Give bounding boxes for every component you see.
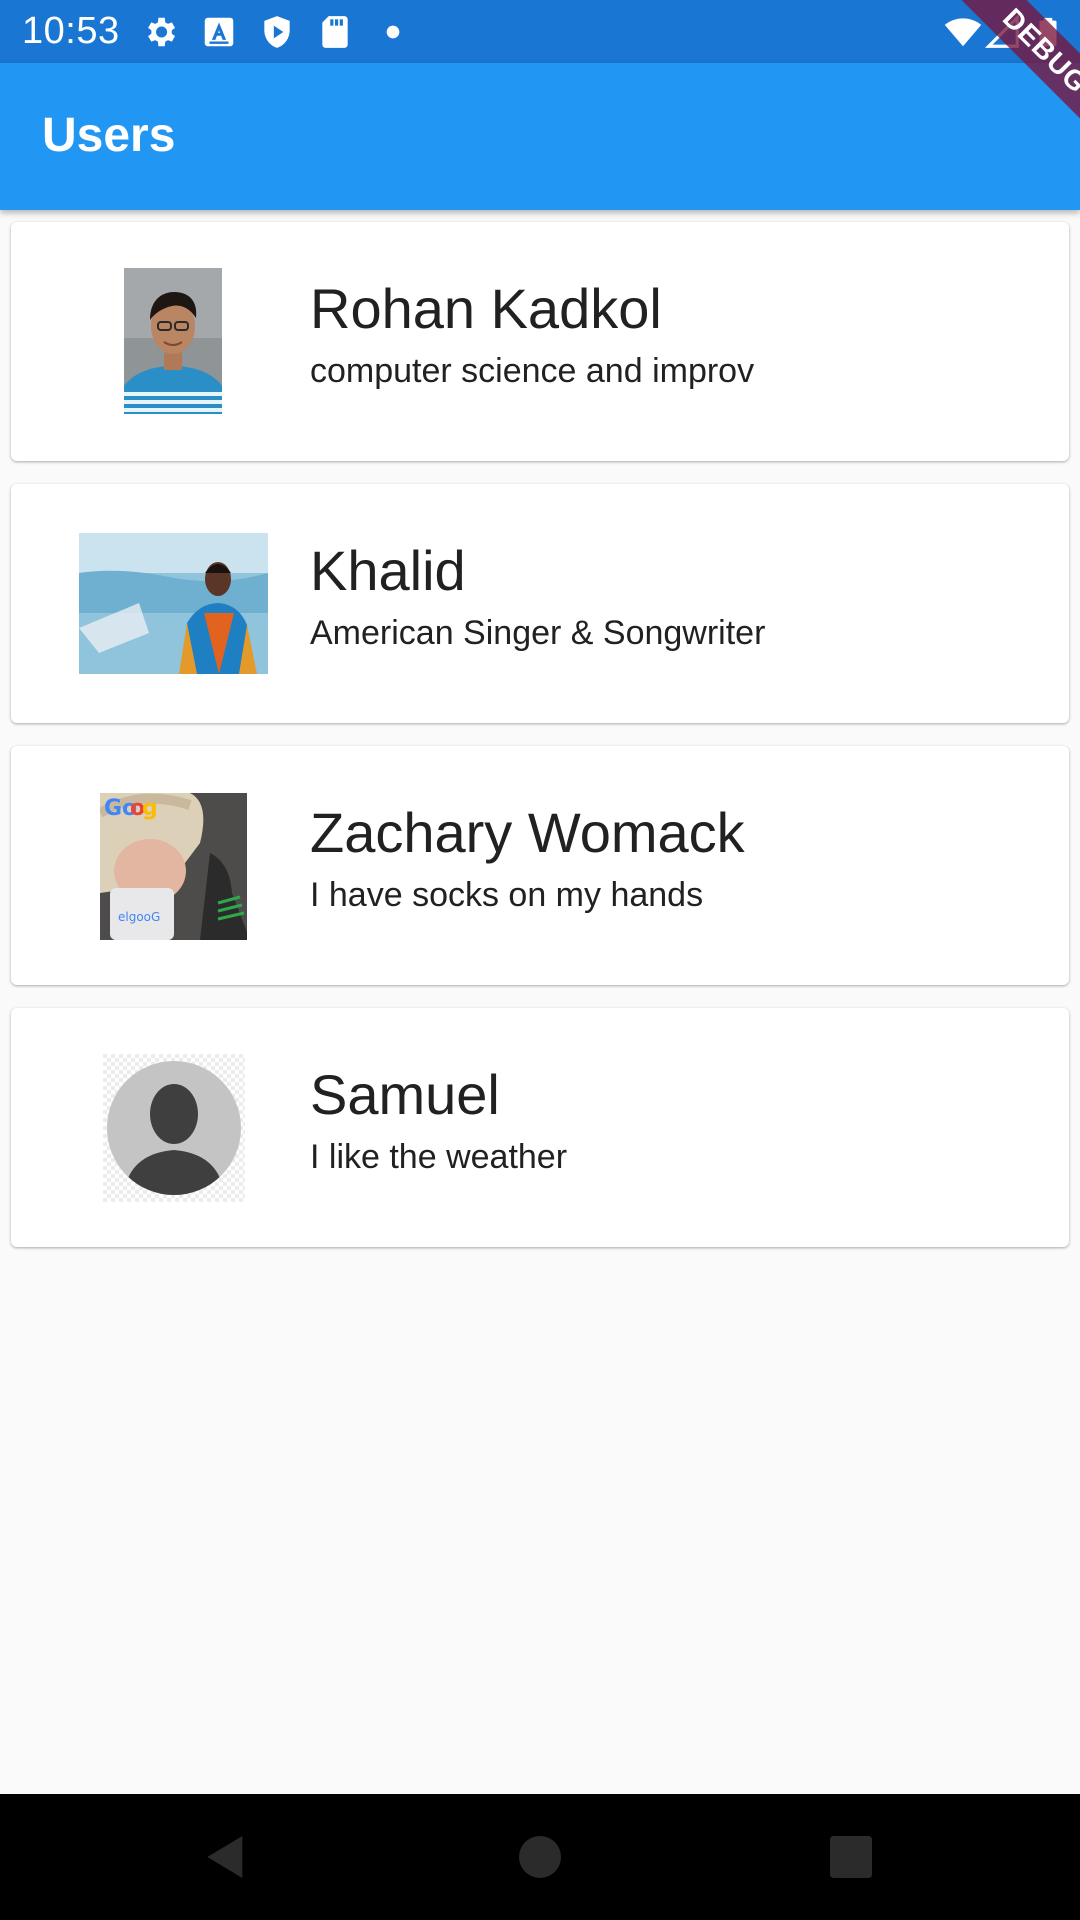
user-avatar: Go o g elgooG (100, 793, 247, 940)
wifi-icon (942, 13, 984, 51)
page-title: Users (42, 109, 176, 162)
user-description: I have socks on my hands (310, 876, 704, 914)
user-avatar (79, 533, 268, 674)
home-icon[interactable] (512, 1829, 568, 1885)
signal-icon (984, 13, 1022, 51)
user-name: Khalid (310, 539, 466, 602)
app-bar: Users (0, 63, 1080, 210)
navigation-bar (0, 1794, 1080, 1920)
back-icon[interactable] (198, 1829, 254, 1885)
user-card[interactable]: Go o g elgooG Zachary Womack I have sock… (11, 746, 1069, 985)
svg-text:g: g (142, 796, 158, 821)
sd-card-icon (316, 13, 354, 51)
screen: 10:53 Users DEBUG Rohan Kadkol computer … (0, 0, 1080, 1920)
status-time: 10:53 (22, 10, 120, 52)
recents-icon[interactable] (823, 1829, 879, 1885)
user-description: American Singer & Songwriter (310, 614, 766, 652)
a-badge-icon (200, 13, 238, 51)
user-name: Rohan Kadkol (310, 277, 662, 340)
user-avatar (124, 268, 222, 414)
shield-play-icon (258, 13, 296, 51)
user-name: Samuel (310, 1063, 500, 1126)
user-name: Zachary Womack (310, 801, 745, 864)
user-card[interactable]: Samuel I like the weather (11, 1008, 1069, 1247)
gear-icon (141, 13, 179, 51)
battery-icon (1031, 13, 1065, 51)
user-description: I like the weather (310, 1138, 568, 1176)
user-avatar-placeholder (103, 1054, 245, 1202)
dot-icon (374, 13, 412, 51)
status-bar: 10:53 (0, 0, 1080, 63)
svg-text:elgooG: elgooG (118, 910, 160, 924)
user-description: computer science and improv (310, 352, 755, 390)
user-card[interactable]: Khalid American Singer & Songwriter (11, 484, 1069, 723)
user-card[interactable]: Rohan Kadkol computer science and improv (11, 222, 1069, 461)
